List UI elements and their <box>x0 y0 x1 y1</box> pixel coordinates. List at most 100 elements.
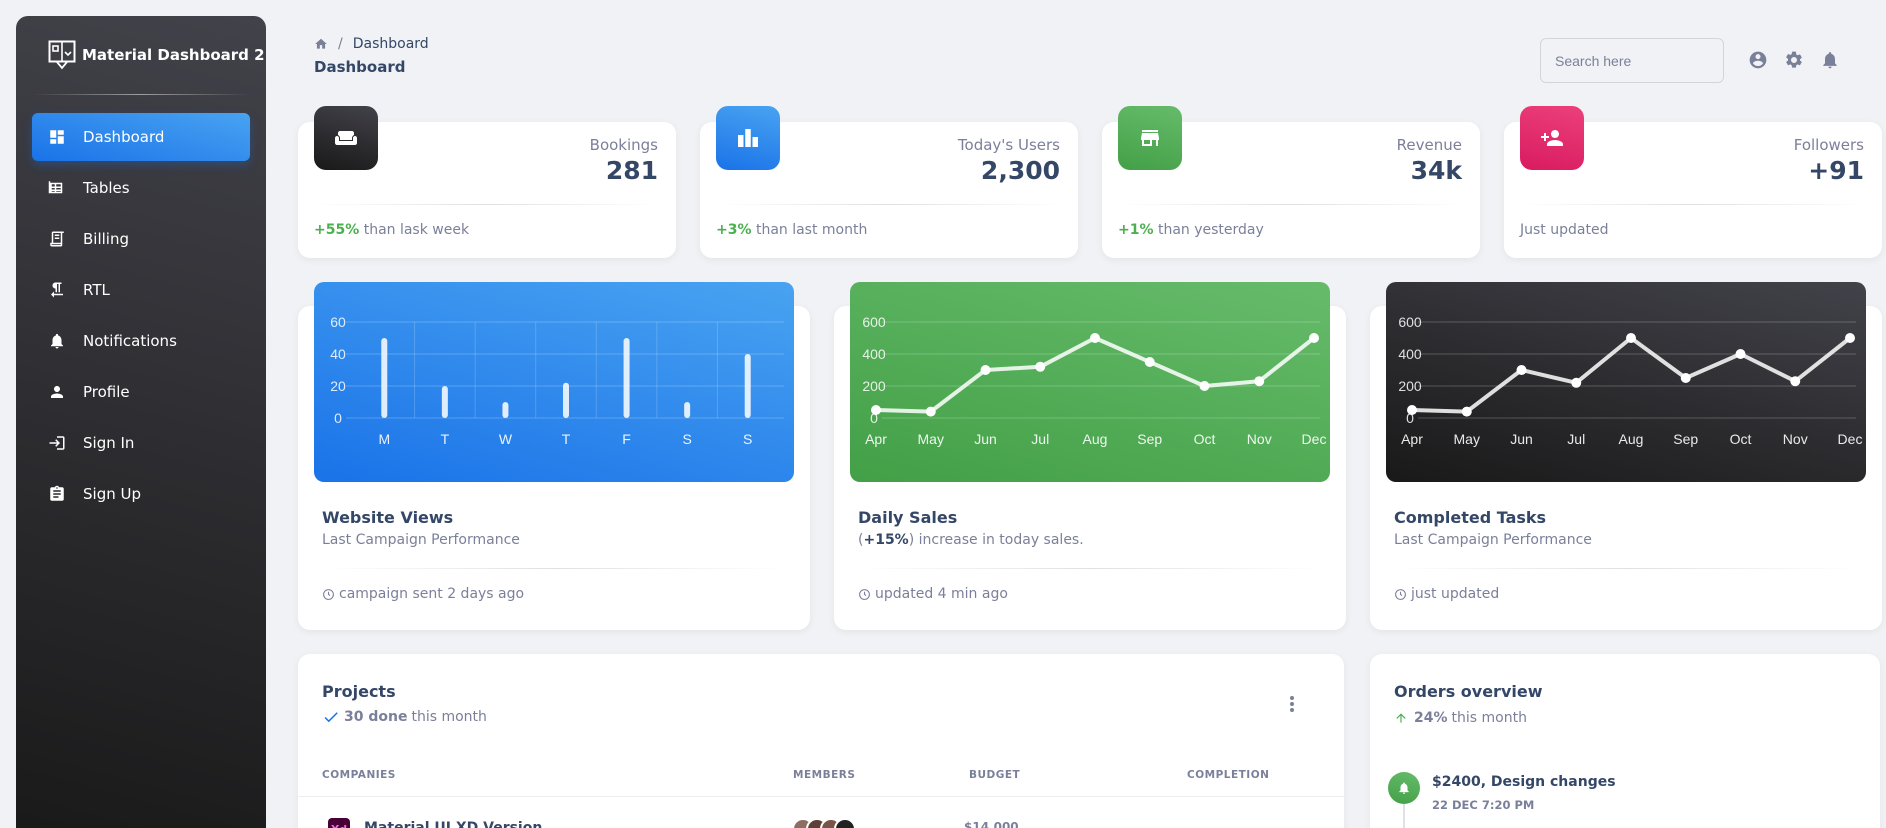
more-vert-icon[interactable] <box>1284 694 1300 714</box>
stat-card-bookings: Bookings 281 +55% than lask week <box>298 106 676 258</box>
y-tick-label: 600 <box>862 314 886 330</box>
x-tick-label: Nov <box>1783 431 1808 447</box>
avatar[interactable] <box>834 818 856 828</box>
sidebar-item-label: RTL <box>83 281 110 299</box>
chart-title: Website Views <box>322 508 454 527</box>
data-point <box>1680 373 1691 383</box>
search-input[interactable] <box>1540 38 1724 83</box>
y-tick-label: 400 <box>1398 346 1422 362</box>
x-tick-label: Aug <box>1619 431 1644 447</box>
paragraph-icon <box>48 281 66 299</box>
orders-overview-card: Orders overview 24% this month $2400, De… <box>1370 654 1880 828</box>
home-icon[interactable] <box>314 37 328 51</box>
x-tick-label: Apr <box>865 431 887 447</box>
chart-subtitle: (+15%) increase in today sales. <box>858 532 1084 548</box>
sidebar: Material Dashboard 2 Dashboard Tables Bi… <box>16 16 266 828</box>
x-tick-label: T <box>562 431 571 447</box>
series-line <box>1410 336 1852 414</box>
data-point <box>925 406 936 417</box>
stat-value: 281 <box>605 156 658 185</box>
stat-change: +3% <box>716 222 752 238</box>
orders-summary: 24% this month <box>1394 710 1527 726</box>
brand[interactable]: Material Dashboard 2 <box>16 16 266 94</box>
divider <box>322 568 786 569</box>
data-point <box>980 365 991 375</box>
timeline-item-date: 22 DEC 7:20 PM <box>1432 798 1535 812</box>
account-icon[interactable] <box>1748 50 1768 70</box>
table-icon <box>48 179 66 197</box>
data-point <box>1309 333 1319 343</box>
y-tick-label: 200 <box>862 378 886 394</box>
divider <box>716 204 1062 205</box>
timeline-item-title: $2400, Design changes <box>1432 774 1616 790</box>
stat-change: +1% <box>1118 222 1154 238</box>
sidebar-item-profile[interactable]: Profile <box>32 368 250 416</box>
timeline-bell-icon <box>1388 772 1420 804</box>
divider <box>314 204 660 205</box>
divider <box>1394 568 1858 569</box>
y-tick-label: 400 <box>862 346 886 362</box>
x-tick-label: Oct <box>1730 431 1752 447</box>
x-tick-label: S <box>743 431 752 447</box>
sidebar-item-sign-in[interactable]: Sign In <box>32 419 250 467</box>
projects-done: 30 done <box>344 709 408 725</box>
weekend-icon <box>314 106 378 170</box>
chart-footer: updated 4 min ago <box>858 586 1008 602</box>
column-header-companies: COMPANIES <box>322 769 396 781</box>
stat-label: Followers <box>1793 136 1864 154</box>
chart-subtitle: Last Campaign Performance <box>1394 532 1592 548</box>
gear-icon[interactable] <box>1784 50 1804 70</box>
sidebar-item-label: Notifications <box>83 332 177 350</box>
chart-subtitle: Last Campaign Performance <box>322 532 520 548</box>
table-divider <box>298 796 1344 797</box>
x-tick-label: Apr <box>1401 431 1423 447</box>
x-tick-label: Nov <box>1247 431 1272 447</box>
bar <box>563 382 569 418</box>
x-tick-label: F <box>622 431 631 447</box>
person-icon <box>48 383 66 401</box>
stat-note: than lask week <box>363 222 470 238</box>
x-tick-label: Oct <box>1194 431 1216 447</box>
clock-icon <box>323 588 334 600</box>
x-tick-label: Jul <box>1031 431 1049 447</box>
sidebar-item-tables[interactable]: Tables <box>32 164 250 212</box>
person-add-icon <box>1520 106 1584 170</box>
sidebar-item-label: Sign Up <box>83 485 141 503</box>
stat-card-followers: Followers +91 Just updated <box>1504 106 1882 258</box>
sidebar-item-rtl[interactable]: RTL <box>32 266 250 314</box>
sidebar-item-billing[interactable]: Billing <box>32 215 250 263</box>
y-tick-label: 0 <box>334 410 342 426</box>
bar <box>441 386 448 418</box>
sidebar-item-sign-up[interactable]: Sign Up <box>32 470 250 518</box>
y-tick-label: 60 <box>330 314 346 330</box>
table-row[interactable]: Xd Material UI XD Version $14,000 <box>322 818 1320 828</box>
chart-card-daily-sales: 0 200 400 600 Apr May Jun Jul Aug Sep Oct Nov Dec Da… <box>834 282 1346 630</box>
bar <box>381 338 388 418</box>
data-point <box>1035 361 1046 372</box>
data-point <box>1144 357 1155 367</box>
sidebar-item-label: Dashboard <box>83 128 165 146</box>
x-tick-label: Aug <box>1083 431 1108 447</box>
breadcrumb-separator: / <box>338 36 343 52</box>
sidebar-item-label: Billing <box>83 230 129 248</box>
bell-icon[interactable] <box>1820 50 1840 70</box>
bar <box>623 338 630 418</box>
stat-label: Revenue <box>1396 136 1462 154</box>
sidebar-item-label: Sign In <box>83 434 135 452</box>
column-header-members: MEMBERS <box>793 769 856 781</box>
arrow-up-icon <box>1396 713 1406 723</box>
brand-name: Material Dashboard 2 <box>82 46 265 64</box>
stat-value: 34k <box>1410 156 1462 185</box>
orders-title: Orders overview <box>1394 682 1543 701</box>
stat-value: 2,300 <box>980 156 1060 185</box>
clock-icon <box>859 588 870 600</box>
chart-subtitle-bold: +15% <box>863 532 909 548</box>
dashboard-icon <box>48 128 66 146</box>
stat-label: Today's Users <box>957 136 1060 154</box>
sidebar-item-notifications[interactable]: Notifications <box>32 317 250 365</box>
company-name: Material UI XD Version <box>364 820 543 828</box>
sidebar-item-dashboard[interactable]: Dashboard <box>32 113 250 161</box>
login-icon <box>48 434 66 452</box>
chart-footer: just updated <box>1394 586 1499 602</box>
chart-subtitle-rest: ) increase in today sales. <box>908 532 1084 548</box>
